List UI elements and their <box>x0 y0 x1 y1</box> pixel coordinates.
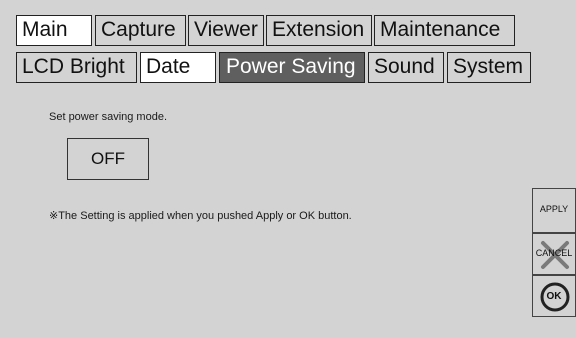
ok-button-label: OK <box>546 291 562 302</box>
cancel-button-label: CANCEL <box>535 248 573 258</box>
apply-button[interactable]: APPLY <box>532 188 576 233</box>
tab-main-label: Main <box>22 18 68 41</box>
tab-maintenance-label: Maintenance <box>380 18 501 41</box>
tab-extension[interactable]: Extension <box>266 15 372 46</box>
tab-power-saving[interactable]: Power Saving <box>219 52 365 83</box>
tab-lcd-bright-label: LCD Bright <box>22 55 125 78</box>
ok-button[interactable]: OK <box>532 275 576 317</box>
tab-extension-label: Extension <box>272 18 365 41</box>
tab-lcd-bright[interactable]: LCD Bright <box>16 52 137 83</box>
tab-capture[interactable]: Capture <box>95 15 186 46</box>
tab-sound-label: Sound <box>374 55 435 78</box>
power-saving-mode-button[interactable]: OFF <box>67 138 149 180</box>
cancel-button[interactable]: CANCEL <box>532 233 576 275</box>
tab-system-label: System <box>453 55 524 78</box>
tab-maintenance[interactable]: Maintenance <box>374 15 515 46</box>
power-saving-mode-value: OFF <box>91 149 125 168</box>
instruction-text: Set power saving mode. <box>49 111 168 123</box>
tab-viewer[interactable]: Viewer <box>188 15 264 46</box>
tab-sound[interactable]: Sound <box>368 52 444 83</box>
apply-note-text: ※The Setting is applied when you pushed … <box>49 210 352 222</box>
tab-main[interactable]: Main <box>16 15 92 46</box>
tab-capture-label: Capture <box>101 18 176 41</box>
tab-viewer-label: Viewer <box>194 18 258 41</box>
tab-system[interactable]: System <box>447 52 531 83</box>
tab-date[interactable]: Date <box>140 52 216 83</box>
apply-button-label: APPLY <box>539 204 569 214</box>
tab-date-label: Date <box>146 55 191 78</box>
tab-power-saving-label: Power Saving <box>226 55 356 78</box>
